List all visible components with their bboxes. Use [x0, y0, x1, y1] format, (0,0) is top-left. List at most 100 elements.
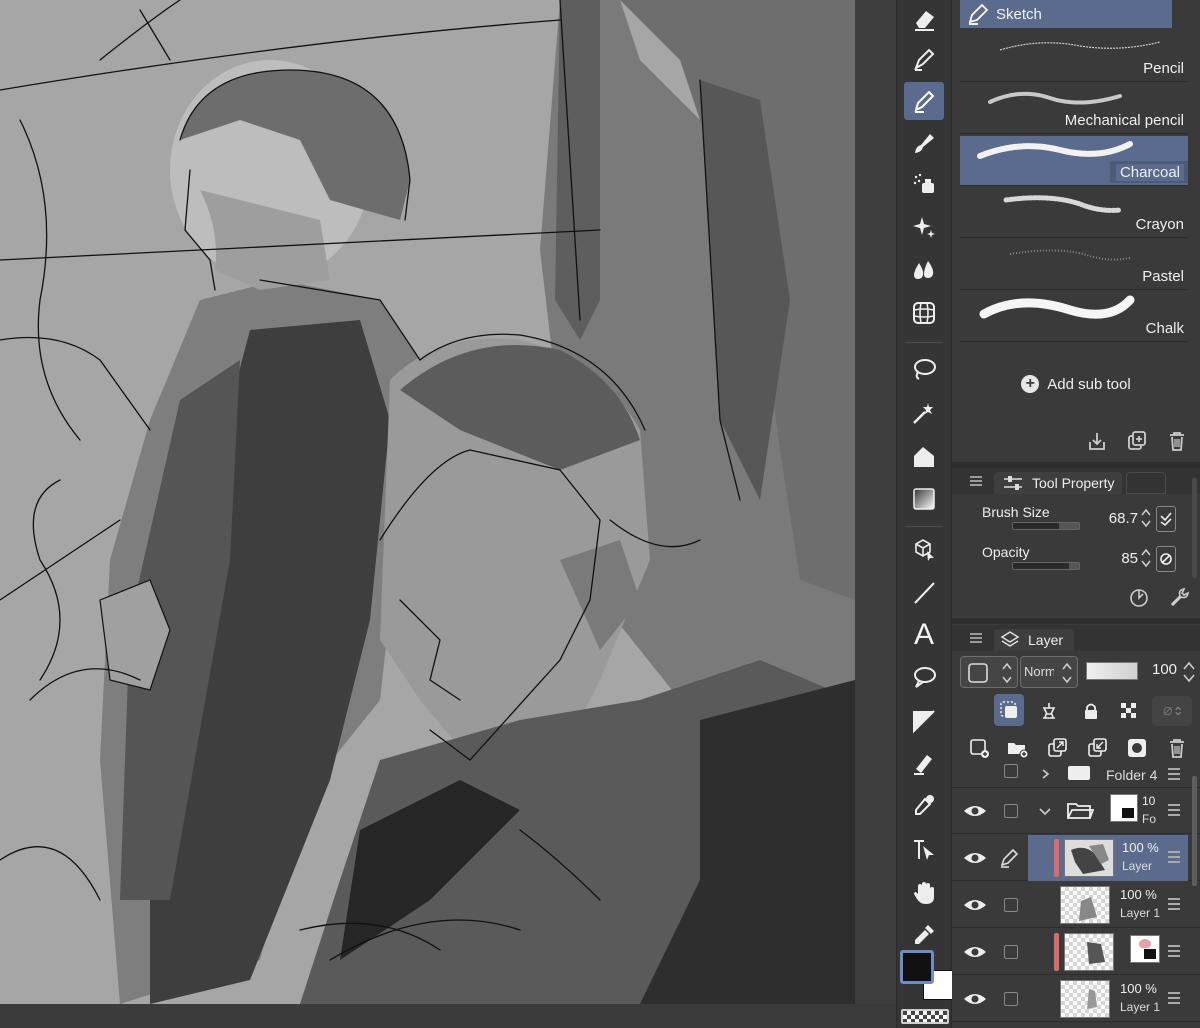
layer-attribute-icons — [952, 692, 1200, 728]
frame-border-icon[interactable] — [904, 702, 944, 740]
tab-tool-property[interactable]: Tool Property — [994, 472, 1122, 494]
brush-item-pastel[interactable]: Pastel — [960, 240, 1188, 290]
transfer-to-lower-layer-icon[interactable] — [1044, 735, 1070, 761]
layer-row-menu-icon[interactable] — [1168, 851, 1180, 866]
layer-row-menu-icon[interactable] — [1168, 945, 1180, 960]
brush-size-value[interactable]: 68.7 — [1109, 510, 1138, 527]
layer-row-menu-icon[interactable] — [1168, 992, 1180, 1007]
layer-row[interactable]: 100 % Layer 1 — [952, 882, 1200, 928]
layer-lock-checkbox[interactable] — [1004, 764, 1018, 778]
opacity-slider[interactable] — [1012, 562, 1080, 570]
mask-options-icon[interactable] — [1152, 696, 1192, 726]
airbrush-icon[interactable] — [904, 164, 944, 202]
brush-label: Chalk — [1145, 320, 1184, 337]
brush-item-crayon[interactable]: Crayon — [960, 188, 1188, 238]
layer-row-folder-4[interactable]: Folder 4 — [952, 764, 1200, 788]
brush-size-slider[interactable] — [1012, 522, 1080, 530]
fill-icon[interactable] — [904, 438, 944, 476]
panel-menu-icon[interactable] — [970, 476, 982, 486]
brush-item-pencil[interactable]: Pencil — [960, 32, 1188, 82]
hand-icon[interactable] — [904, 874, 944, 912]
duplicate-subtool-icon[interactable] — [1124, 428, 1150, 454]
pen-icon[interactable] — [904, 40, 944, 78]
eye-icon[interactable] — [962, 849, 988, 867]
new-raster-layer-icon[interactable] — [966, 735, 992, 761]
auto-select-icon[interactable] — [904, 394, 944, 432]
opacity-value[interactable]: 85 — [1121, 550, 1138, 567]
subtool-group-header[interactable]: Sketch — [960, 0, 1172, 28]
eye-icon[interactable] — [962, 943, 988, 961]
lock-layer-icon[interactable] — [1078, 698, 1104, 724]
opacity-disabled-icon[interactable] — [1156, 546, 1176, 572]
layer-row-folder[interactable]: 10 Fo — [952, 788, 1200, 834]
brush-item-mechanical-pencil[interactable]: Mechanical pencil — [960, 84, 1188, 134]
brush-icon[interactable] — [904, 124, 944, 162]
wrench-icon[interactable] — [1166, 584, 1192, 610]
tab-layer[interactable]: Layer — [994, 629, 1074, 651]
layer-list-scrollbar[interactable] — [1192, 776, 1197, 886]
layer-opacity-slider[interactable] — [1086, 662, 1138, 680]
opacity-row[interactable]: Opacity 85 — [976, 540, 1176, 576]
new-folder-icon[interactable] — [1004, 735, 1030, 761]
main-color-swatch[interactable] — [900, 950, 934, 984]
3d-object-icon[interactable] — [904, 530, 944, 568]
clip-to-layer-below-icon[interactable] — [994, 694, 1024, 726]
tool-property-tabbar: Tool Property — [952, 468, 1200, 494]
combine-to-layer-below-icon[interactable] — [1084, 735, 1110, 761]
layer-row[interactable]: 100 % Layer 1 — [952, 976, 1200, 1022]
drawing-canvas[interactable] — [0, 0, 855, 1004]
balloon-icon[interactable] — [904, 658, 944, 696]
text-icon[interactable]: A — [904, 616, 944, 654]
transparent-color-swatch[interactable] — [901, 1009, 949, 1024]
layer-mask-icon[interactable] — [1124, 735, 1150, 761]
layer-row-menu-icon[interactable] — [1168, 804, 1180, 819]
correct-line-icon[interactable] — [904, 744, 944, 782]
lasso-icon[interactable] — [904, 350, 944, 388]
tool-property-scrollbar[interactable] — [1192, 478, 1197, 578]
chevron-right-icon[interactable] — [1040, 768, 1052, 780]
import-subtool-icon[interactable] — [1084, 428, 1110, 454]
layer-lock-checkbox[interactable] — [1004, 898, 1018, 912]
decoration-icon[interactable] — [904, 208, 944, 246]
layer-lock-checkbox[interactable] — [1004, 992, 1018, 1006]
delete-layer-icon[interactable] — [1164, 735, 1190, 761]
reference-layer-icon[interactable] — [1036, 698, 1062, 724]
eye-icon[interactable] — [962, 802, 988, 820]
brush-label: Crayon — [1135, 216, 1184, 233]
eye-icon[interactable] — [962, 896, 988, 914]
layer-tabbar: Layer — [952, 625, 1200, 651]
blend-icon[interactable] — [904, 250, 944, 288]
brush-item-chalk[interactable]: Chalk — [960, 292, 1188, 342]
line-icon[interactable] — [904, 574, 944, 612]
gradient-icon[interactable] — [904, 480, 944, 518]
opacity-stepper[interactable] — [1140, 546, 1152, 570]
pencil-icon[interactable] — [904, 82, 944, 120]
mesh-transform-icon[interactable] — [904, 294, 944, 332]
operation-icon[interactable] — [904, 830, 944, 868]
layer-opacity-stepper[interactable] — [1182, 658, 1196, 686]
brush-item-charcoal[interactable]: Charcoal — [960, 136, 1188, 186]
chevron-down-icon[interactable] — [1038, 806, 1052, 818]
tab-layer-property[interactable] — [1126, 472, 1166, 494]
layer-panel-menu-icon[interactable] — [970, 633, 982, 643]
brush-size-stepper[interactable] — [1140, 506, 1152, 530]
layer-row-menu-icon[interactable] — [1168, 768, 1180, 783]
brush-size-row[interactable]: Brush Size 68.7 — [976, 500, 1176, 536]
layer-lock-checkbox[interactable] — [1004, 945, 1018, 959]
eye-icon[interactable] — [962, 990, 988, 1008]
layer-color-mode-dropdown[interactable] — [960, 656, 1018, 688]
lock-transparency-icon[interactable] — [1116, 698, 1142, 724]
add-subtool-button[interactable]: + Add sub tool — [952, 366, 1200, 402]
layer-row-menu-icon[interactable] — [1168, 898, 1180, 913]
layer-opacity-value[interactable]: 100 — [1152, 661, 1177, 678]
layer-thumbnail — [1060, 980, 1110, 1018]
eyedropper-icon[interactable] — [904, 786, 944, 824]
pressure-toggle-icon[interactable] — [1156, 506, 1176, 532]
delete-subtool-icon[interactable] — [1164, 428, 1190, 454]
layer-row[interactable] — [952, 929, 1200, 975]
brush-size-preset-icon[interactable] — [1126, 584, 1152, 610]
eraser-icon[interactable] — [904, 0, 944, 38]
layer-blend-row: Norm 100 — [952, 652, 1200, 692]
layer-lock-checkbox[interactable] — [1004, 804, 1018, 818]
layer-row-selected[interactable]: 100 % Layer — [952, 835, 1200, 881]
